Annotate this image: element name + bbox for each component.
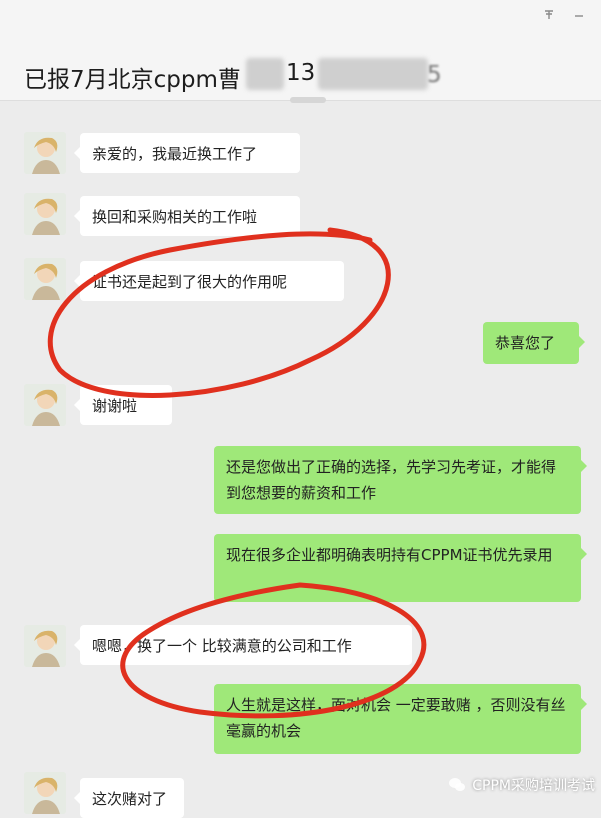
avatar[interactable]	[24, 132, 66, 174]
chat-bubble[interactable]: 亲爱的，我最近换工作了	[74, 133, 300, 173]
chat-title-digits: 13	[286, 60, 316, 86]
window-controls	[541, 8, 587, 24]
avatar[interactable]	[24, 384, 66, 426]
chat-bubble-own[interactable]: 人生就是这样，面对机会 一定要敢赌 ，否则没有丝毫赢的机会	[214, 684, 587, 754]
chat-bubble[interactable]: 换回和采购相关的工作啦	[74, 196, 300, 236]
redaction-blur	[318, 58, 428, 90]
avatar[interactable]	[24, 193, 66, 235]
chat-bubble[interactable]: 谢谢啦	[74, 385, 172, 425]
chat-bubble[interactable]: 证书还是起到了很大的作用呢	[74, 261, 344, 301]
watermark-text: CPPM采购培训考试	[472, 778, 595, 794]
chat-bubble[interactable]: 嗯嗯，换了一个 比较满意的公司和工作	[74, 625, 412, 665]
watermark: CPPM采购培训考试	[448, 773, 595, 797]
avatar[interactable]	[24, 625, 66, 667]
chat-title: 已报7月北京cppm曹	[24, 67, 241, 93]
annotation-circle	[47, 227, 391, 398]
avatar[interactable]	[24, 258, 66, 300]
chat-bubble[interactable]: 这次赌对了	[74, 778, 184, 818]
avatar[interactable]	[24, 772, 66, 814]
chat-bubble-own[interactable]: 还是您做出了正确的选择，先学习先考证，才能得到您想要的薪资和工作	[214, 446, 587, 514]
wechat-icon	[448, 776, 466, 794]
chat-bubble-own[interactable]: 恭喜您了	[483, 322, 585, 364]
blurred-digit: 5	[427, 62, 442, 88]
redaction-blur	[246, 58, 284, 90]
scrollbar-thumb[interactable]	[290, 97, 326, 103]
minimize-icon[interactable]	[571, 8, 587, 24]
chat-header: 已报7月北京cppm曹 13 5	[0, 0, 601, 103]
pin-icon[interactable]	[541, 8, 557, 24]
chat-bubble-own[interactable]: 现在很多企业都明确表明持有CPPM证书优先录用	[214, 534, 587, 602]
